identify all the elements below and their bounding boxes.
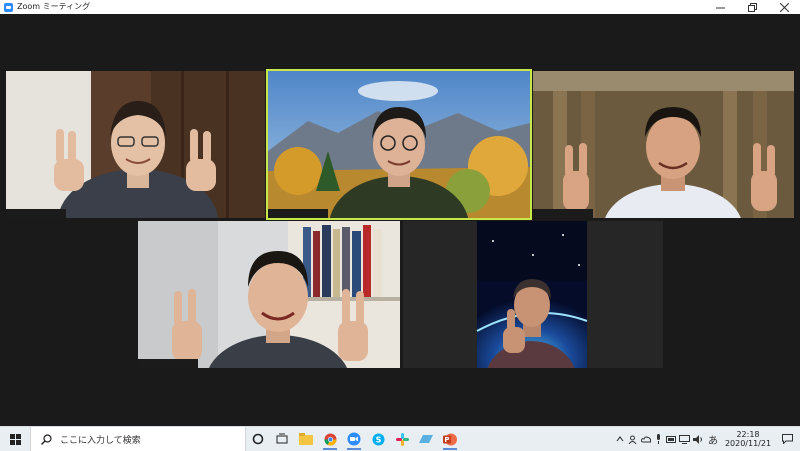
- meeting-gallery: [0, 14, 800, 426]
- microphone-tray-button[interactable]: [652, 427, 665, 451]
- microphone-icon: [657, 434, 660, 444]
- cloud-icon: [640, 436, 651, 442]
- window-title: Zoom ミーティング: [17, 2, 91, 11]
- participant-video: [6, 71, 265, 218]
- start-button[interactable]: [0, 427, 30, 451]
- onedrive-button[interactable]: [639, 427, 652, 451]
- photos-icon: [419, 435, 433, 443]
- file-explorer-button[interactable]: [294, 427, 318, 451]
- tray-app-button[interactable]: [626, 427, 639, 451]
- zoom-app-icon: [4, 2, 13, 12]
- people-icon: [628, 435, 637, 444]
- windows-taskbar: ここに入力して検索 S P あ 22:18 2020/11/21: [0, 426, 800, 451]
- volume-button[interactable]: [691, 427, 704, 451]
- slack-icon: [395, 432, 409, 446]
- windows-logo-icon: [9, 433, 21, 445]
- slack-button[interactable]: [390, 427, 414, 451]
- participant-nameplate: [533, 209, 593, 218]
- participant-nameplate: [138, 359, 198, 368]
- file-explorer-icon: [299, 433, 313, 445]
- photos-button[interactable]: [414, 427, 438, 451]
- notification-icon: [781, 434, 793, 444]
- skype-icon: S: [372, 433, 384, 445]
- search-placeholder: ここに入力して検索: [60, 435, 141, 446]
- system-tray: あ 22:18 2020/11/21: [613, 427, 800, 451]
- task-view-icon: [276, 433, 288, 444]
- video-tile-top-left[interactable]: [6, 71, 265, 218]
- powerpoint-icon: P: [443, 433, 457, 445]
- network-icon: [679, 434, 690, 444]
- svg-text:S: S: [375, 435, 381, 444]
- cortana-icon: [252, 433, 264, 445]
- participant-video: [403, 221, 663, 368]
- minimize-button[interactable]: [704, 0, 736, 14]
- chrome-button[interactable]: [318, 427, 342, 451]
- video-tile-bottom-left[interactable]: [138, 221, 400, 368]
- zoom-icon: [347, 432, 361, 446]
- battery-icon: [666, 435, 676, 443]
- clock-time: 22:18: [736, 430, 760, 439]
- volume-icon: [692, 434, 702, 444]
- participant-video: [268, 71, 530, 218]
- task-view-button[interactable]: [270, 427, 294, 451]
- participant-nameplate: [268, 209, 328, 218]
- minimize-icon: [715, 7, 725, 8]
- search-icon: [41, 433, 52, 445]
- restore-button[interactable]: [736, 0, 768, 14]
- chevron-up-icon: [616, 436, 623, 442]
- video-tile-top-right[interactable]: [533, 71, 794, 218]
- action-center-button[interactable]: [774, 427, 800, 451]
- video-tile-top-center[interactable]: [268, 71, 530, 218]
- show-hidden-icons-button[interactable]: [613, 427, 626, 451]
- clock-date: 2020/11/21: [724, 439, 772, 448]
- close-icon: [779, 2, 789, 12]
- chrome-icon: [324, 433, 336, 446]
- close-button[interactable]: [768, 0, 800, 14]
- zoom-button[interactable]: [342, 427, 366, 451]
- participant-nameplate: [6, 209, 66, 218]
- skype-button[interactable]: S: [366, 427, 390, 451]
- cortana-button[interactable]: [246, 427, 270, 451]
- clock[interactable]: 22:18 2020/11/21: [722, 430, 774, 448]
- network-button[interactable]: [678, 427, 691, 451]
- video-tile-bottom-right[interactable]: [403, 221, 663, 368]
- participant-video: [533, 71, 794, 218]
- powerpoint-button[interactable]: P: [438, 427, 462, 451]
- window-controls: [704, 0, 800, 14]
- ime-indicator[interactable]: あ: [704, 427, 722, 451]
- battery-button[interactable]: [665, 427, 678, 451]
- taskbar-search-box[interactable]: ここに入力して検索: [30, 427, 246, 451]
- participant-video: [138, 221, 400, 368]
- ime-mode-label: あ: [708, 435, 718, 447]
- restore-icon: [747, 2, 757, 12]
- title-bar: Zoom ミーティング: [0, 0, 800, 14]
- svg-text:P: P: [444, 436, 449, 444]
